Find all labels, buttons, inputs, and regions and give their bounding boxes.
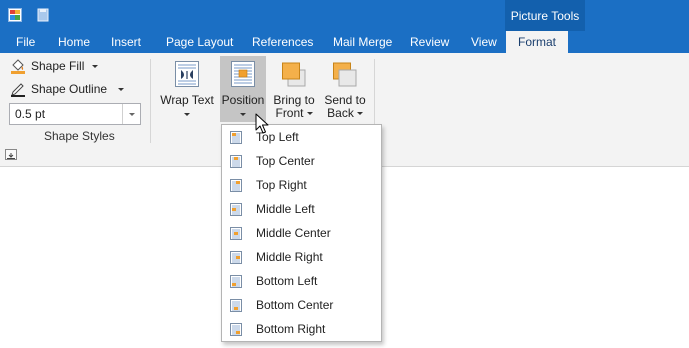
outline-weight-input[interactable] [10, 104, 122, 124]
position-top-left-icon [230, 131, 242, 144]
outline-weight-dropdown-button[interactable] [122, 104, 140, 124]
tab-insert[interactable]: Insert [111, 31, 141, 53]
menu-item-top-right[interactable]: Top Right [222, 173, 381, 197]
bring-to-front-dropdown-arrow [306, 112, 313, 116]
menu-item-label: Top Right [256, 178, 307, 192]
menu-item-top-left[interactable]: Top Left [222, 125, 381, 149]
tab-mail-merge[interactable]: Mail Merge [333, 31, 392, 53]
tab-page-layout[interactable]: Page Layout [166, 31, 233, 53]
menu-item-bottom-right[interactable]: Bottom Right [222, 317, 381, 341]
position-dropdown-arrow [240, 113, 246, 116]
save-icon[interactable] [8, 8, 22, 22]
position-top-center-icon [230, 155, 242, 168]
position-icon [231, 61, 255, 87]
position-top-right-icon [230, 179, 242, 192]
ribbon-tab-bar: File Home Insert Page Layout References … [0, 31, 689, 53]
pencil-icon [11, 83, 25, 97]
group-separator [150, 59, 151, 143]
shape-styles-group-label: Shape Styles [44, 129, 115, 143]
wrap-text-button[interactable]: Wrap Text [160, 56, 214, 122]
menu-item-label: Bottom Left [256, 274, 318, 288]
shape-outline-button[interactable]: Shape Outline [10, 80, 125, 98]
send-to-back-label-line2: Back [316, 107, 374, 120]
menu-item-bottom-center[interactable]: Bottom Center [222, 293, 381, 317]
position-dropdown-menu: Top Left Top Center Top Right Middle Lef… [221, 124, 382, 342]
tab-home[interactable]: Home [58, 31, 90, 53]
send-to-back-dropdown-arrow [356, 112, 363, 116]
position-middle-center-icon [230, 227, 242, 240]
menu-item-label: Top Left [256, 130, 299, 144]
shape-fill-dropdown-arrow[interactable] [92, 64, 99, 68]
outline-weight-combobox[interactable] [9, 103, 141, 125]
menu-item-label: Middle Left [256, 202, 315, 216]
menu-item-label: Middle Center [256, 226, 331, 240]
menu-item-middle-right[interactable]: Middle Right [222, 245, 381, 269]
menu-item-label: Bottom Center [256, 298, 334, 312]
send-to-back-button[interactable]: Send to Back [322, 56, 368, 122]
document-icon[interactable] [36, 8, 50, 22]
menu-item-middle-left[interactable]: Middle Left [222, 197, 381, 221]
tab-file[interactable]: File [16, 31, 35, 53]
send-to-back-icon [333, 62, 357, 87]
wrap-text-dropdown-arrow [184, 113, 190, 116]
menu-item-label: Top Center [256, 154, 315, 168]
tab-review[interactable]: Review [410, 31, 449, 53]
chevron-down-icon [128, 112, 135, 116]
shape-outline-dropdown-arrow[interactable] [118, 87, 125, 91]
paint-bucket-icon [11, 59, 25, 74]
shape-fill-label: Shape Fill [31, 59, 85, 73]
bring-to-front-button[interactable]: Bring to Front [271, 56, 317, 122]
bring-to-front-label-line2: Front [265, 107, 323, 120]
title-bar: Picture Tools [0, 0, 689, 31]
menu-item-bottom-left[interactable]: Bottom Left [222, 269, 381, 293]
tab-view[interactable]: View [471, 31, 497, 53]
position-bottom-left-icon [230, 275, 242, 288]
wrap-text-label: Wrap Text [160, 93, 214, 107]
picture-tools-context-title: Picture Tools [505, 0, 585, 31]
position-bottom-center-icon [230, 299, 242, 312]
menu-item-top-center[interactable]: Top Center [222, 149, 381, 173]
shape-fill-button[interactable]: Shape Fill [10, 57, 99, 75]
dialog-launcher-button[interactable] [5, 149, 17, 160]
position-middle-right-icon [230, 251, 242, 264]
menu-item-label: Bottom Right [256, 322, 326, 336]
wrap-text-icon [175, 61, 199, 87]
menu-item-label: Middle Right [256, 250, 323, 264]
tab-format[interactable]: Format [506, 31, 568, 53]
position-button[interactable]: Position [220, 56, 266, 122]
position-middle-left-icon [230, 203, 242, 216]
expand-icon [7, 153, 15, 159]
shape-outline-label: Shape Outline [31, 82, 108, 96]
bring-to-front-icon [282, 62, 306, 87]
position-label: Position [221, 93, 265, 107]
tab-references[interactable]: References [252, 31, 313, 53]
menu-item-middle-center[interactable]: Middle Center [222, 221, 381, 245]
position-bottom-right-icon [230, 323, 242, 336]
